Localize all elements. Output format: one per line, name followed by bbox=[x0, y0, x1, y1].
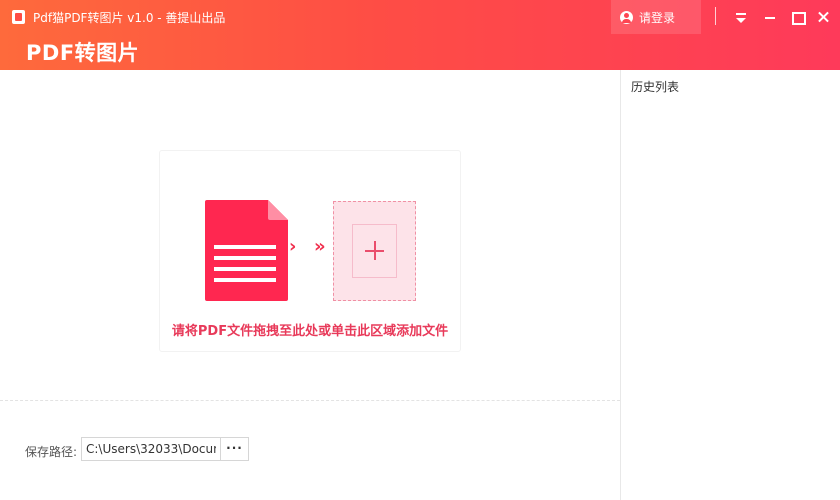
save-path-label: 保存路径: bbox=[25, 445, 78, 459]
user-icon bbox=[620, 10, 633, 24]
menu-dropdown-icon[interactable] bbox=[728, 4, 754, 30]
titlebar-divider bbox=[715, 7, 716, 25]
main-area: › » 请将PDF文件拖拽至此处或单击此区域添加文件 保存路径: ··· bbox=[0, 70, 620, 500]
browse-button[interactable]: ··· bbox=[220, 437, 249, 461]
save-path-input[interactable] bbox=[81, 437, 220, 461]
page-title: PDF转图片 bbox=[26, 41, 140, 65]
close-icon[interactable] bbox=[810, 4, 836, 30]
add-file-icon[interactable] bbox=[333, 201, 416, 301]
login-label: 请登录 bbox=[639, 10, 676, 25]
login-button[interactable]: 请登录 bbox=[611, 0, 701, 34]
history-panel: 历史列表 bbox=[620, 70, 840, 500]
double-arrow-right-icon: » bbox=[314, 236, 326, 257]
drop-instruction: 请将PDF文件拖拽至此处或单击此区域添加文件 bbox=[171, 324, 449, 339]
title-bar[interactable]: Pdf猫PDF转图片 v1.0 - 善提山出品 请登录 bbox=[0, 0, 840, 34]
plus-icon bbox=[352, 224, 397, 278]
history-title: 历史列表 bbox=[631, 80, 680, 94]
pdf-cat-logo-icon bbox=[12, 10, 25, 24]
file-drop-zone[interactable]: › » 请将PDF文件拖拽至此处或单击此区域添加文件 bbox=[159, 150, 461, 352]
minimize-icon[interactable] bbox=[757, 4, 783, 30]
app-window: Pdf猫PDF转图片 v1.0 - 善提山出品 请登录 PDF转图片 › » 请… bbox=[0, 0, 840, 500]
header-bar: Pdf猫PDF转图片 v1.0 - 善提山出品 请登录 PDF转图片 bbox=[0, 0, 840, 70]
document-icon bbox=[205, 200, 288, 301]
maximize-icon[interactable] bbox=[784, 4, 810, 30]
arrow-right-icon: › bbox=[289, 236, 297, 257]
section-divider bbox=[0, 400, 620, 401]
window-title: Pdf猫PDF转图片 v1.0 - 善提山出品 bbox=[33, 11, 226, 25]
